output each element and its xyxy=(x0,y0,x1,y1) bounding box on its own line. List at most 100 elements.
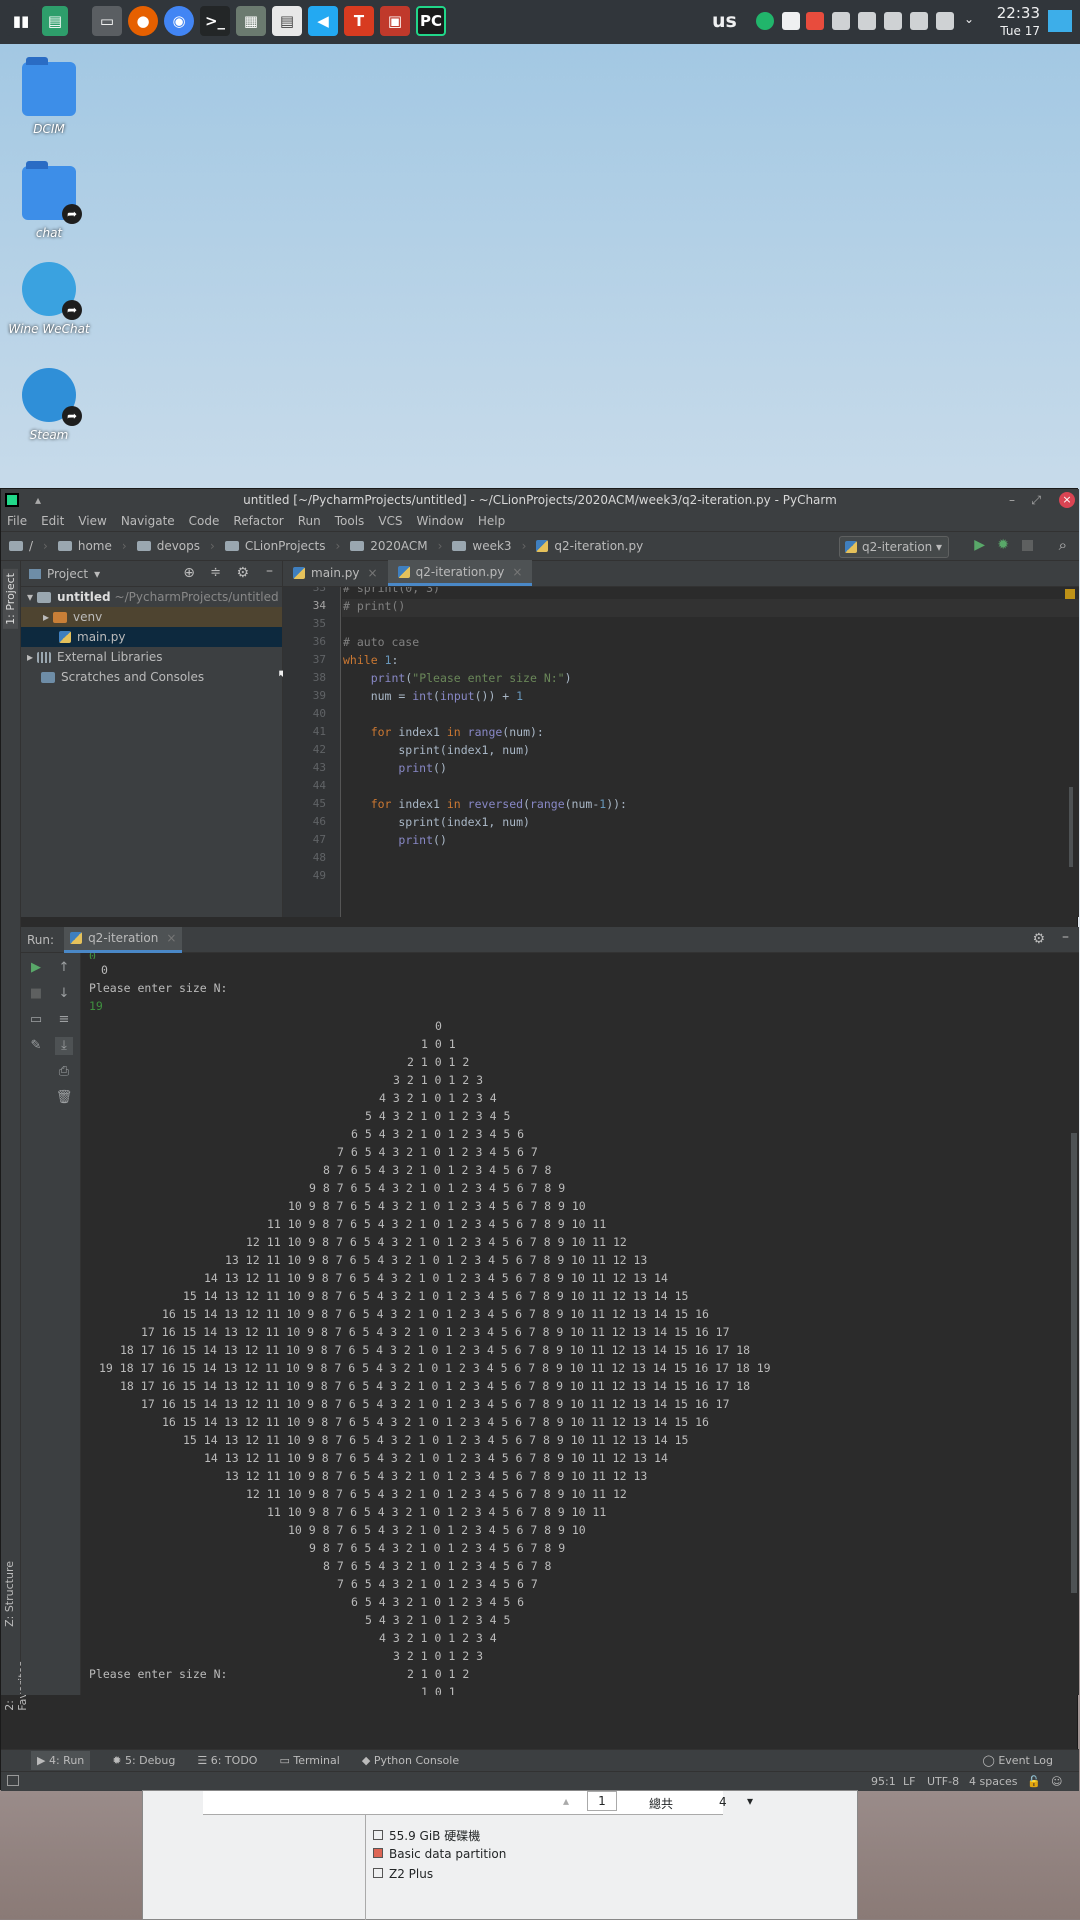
network-icon[interactable] xyxy=(910,12,928,30)
menu-file[interactable]: File xyxy=(7,514,27,528)
pycharm-task-icon[interactable]: PC xyxy=(416,6,446,36)
status-indent[interactable]: 4 spaces xyxy=(969,1775,1018,1788)
menu-edit[interactable]: Edit xyxy=(41,514,64,528)
menu-navigate[interactable]: Navigate xyxy=(121,514,175,528)
minimize-icon[interactable]: – xyxy=(1009,489,1015,511)
terminal-icon[interactable]: >_ xyxy=(200,6,230,36)
tree-item-main-py[interactable]: main.py xyxy=(21,627,282,647)
rerun-icon[interactable]: ▶ xyxy=(27,959,45,977)
run-icon[interactable]: ▶ xyxy=(974,537,985,553)
breadcrumb-week3[interactable]: week3 xyxy=(452,539,512,553)
tree-item-untitled[interactable]: ▾ untitled ~/PycharmProjects/untitled xyxy=(21,587,282,607)
battery-icon[interactable] xyxy=(936,12,954,30)
tab-terminal[interactable]: ▭ Terminal xyxy=(279,1754,339,1767)
clipboard-tray-icon[interactable] xyxy=(858,12,876,30)
tab-main-py[interactable]: main.py × xyxy=(283,560,388,586)
close-tab-icon[interactable]: × xyxy=(512,559,522,585)
menu-vcs[interactable]: VCS xyxy=(378,514,402,528)
gear-icon[interactable]: ⚙ xyxy=(236,565,249,581)
pin-icon[interactable]: ✎ xyxy=(27,1037,45,1055)
calculator-icon[interactable]: ▦ xyxy=(236,6,266,36)
gear-icon[interactable]: ⚙ xyxy=(1032,931,1045,947)
breadcrumb-home[interactable]: home xyxy=(57,539,112,553)
desktop-icon-chat[interactable]: ➦ chat xyxy=(8,161,90,240)
warning-icon[interactable] xyxy=(1065,589,1075,599)
menu-window[interactable]: Window xyxy=(417,514,464,528)
app-launcher-icon[interactable]: ▮▮ xyxy=(6,6,36,36)
run-config-select[interactable]: q2-iteration ▾ xyxy=(839,536,949,558)
locate-icon[interactable]: ⊕ xyxy=(183,565,195,581)
page-input[interactable]: 1 xyxy=(587,1791,617,1811)
pin-icon[interactable]: ▴ xyxy=(35,489,41,511)
tab-q2-iteration-py[interactable]: q2-iteration.py × xyxy=(387,559,533,586)
breadcrumb-clionprojects[interactable]: CLionProjects xyxy=(224,539,325,553)
menu-run[interactable]: Run xyxy=(298,514,321,528)
maximize-icon[interactable]: ⤢ xyxy=(1031,489,1041,511)
run-console[interactable]: 0 0 Please enter size N: 19 01 0 12 1 0 … xyxy=(81,953,1079,1695)
list-item[interactable]: Z2 Plus xyxy=(373,1867,433,1881)
event-log-button[interactable]: ◯ Event Log xyxy=(983,1754,1053,1767)
console-scrollbar[interactable] xyxy=(1071,1133,1077,1593)
tab-project[interactable]: 1: Project xyxy=(3,569,18,629)
clock[interactable]: 22:33 Tue 17 xyxy=(970,4,1040,40)
file-manager-icon[interactable]: ▭ xyxy=(92,6,122,36)
close-tab-icon[interactable]: × xyxy=(368,560,378,586)
text-editor-icon[interactable]: T xyxy=(344,6,374,36)
project-view-selector[interactable]: Project xyxy=(47,567,88,581)
media-tray-icon[interactable] xyxy=(782,12,800,30)
close-tab-icon[interactable]: × xyxy=(166,931,176,945)
run-tab[interactable]: q2-iteration × xyxy=(64,926,183,953)
chromium-icon[interactable]: ◉ xyxy=(164,6,194,36)
list-item[interactable]: 55.9 GiB 硬碟機 xyxy=(373,1827,480,1844)
breadcrumb-devops[interactable]: devops xyxy=(136,539,200,553)
menu-help[interactable]: Help xyxy=(478,514,505,528)
tab-todo[interactable]: ☰ 6: TODO xyxy=(197,1754,257,1767)
vscode-icon[interactable]: ◀ xyxy=(308,6,338,36)
desktop-icon-dcim[interactable]: DCIM xyxy=(8,57,90,136)
volume-icon[interactable] xyxy=(884,12,902,30)
hide-icon[interactable]: – xyxy=(266,563,273,579)
hide-icon[interactable]: – xyxy=(1062,929,1069,945)
print-icon[interactable]: ⎙ xyxy=(55,1063,73,1081)
tool-window-icon[interactable] xyxy=(7,1775,19,1786)
menu-view[interactable]: View xyxy=(78,514,106,528)
tab-python-console[interactable]: ◆ Python Console xyxy=(362,1754,459,1767)
breadcrumb-root[interactable]: / xyxy=(9,539,33,553)
debug-icon[interactable]: ✹ xyxy=(997,537,1009,553)
chevron-up-icon[interactable]: ▴ xyxy=(563,1794,569,1808)
search-icon[interactable]: ⌕ xyxy=(1059,536,1067,554)
desktop-icon-wine-wechat[interactable]: ➦ Wine WeChat xyxy=(8,262,90,336)
tree-item-external-libraries[interactable]: ▸ External Libraries xyxy=(21,647,282,667)
book-tray-icon[interactable] xyxy=(832,12,850,30)
tree-item-venv[interactable]: ▸ venv xyxy=(21,607,282,627)
list-item[interactable]: Basic data partition xyxy=(373,1847,506,1861)
desktop-icon-steam[interactable]: ➦ Steam xyxy=(8,368,90,442)
tab-debug[interactable]: ✹ 5: Debug xyxy=(112,1754,175,1767)
down-arrow-icon[interactable]: ↓ xyxy=(55,985,73,1003)
menu-tools[interactable]: Tools xyxy=(335,514,365,528)
stop-icon[interactable]: ■ xyxy=(27,985,45,1003)
chevron-down-icon[interactable]: ▾ xyxy=(747,1794,753,1808)
lock-icon[interactable]: 🔓 xyxy=(1027,1775,1041,1788)
code-editor[interactable]: 33 34 35 36 37 38 39 40 41 42 43 44 45 4… xyxy=(283,587,1079,917)
window-titlebar[interactable]: ▴ untitled [~/PycharmProjects/untitled] … xyxy=(1,489,1079,511)
status-encoding[interactable]: UTF-8 xyxy=(927,1775,959,1788)
layout-icon[interactable]: ▭ xyxy=(27,1011,45,1029)
tab-structure[interactable]: Z: Structure xyxy=(3,1561,16,1627)
up-arrow-icon[interactable]: ↑ xyxy=(55,959,73,977)
toolbox-icon[interactable]: ▣ xyxy=(380,6,410,36)
firefox-icon[interactable]: ● xyxy=(128,6,158,36)
soft-wrap-icon[interactable]: ≡ xyxy=(55,1011,73,1029)
collapse-all-icon[interactable]: ≑ xyxy=(210,565,221,580)
breadcrumb-file[interactable]: q2-iteration.py xyxy=(536,539,643,553)
menu-refactor[interactable]: Refactor xyxy=(233,514,283,528)
tab-run[interactable]: ▶ 4: Run xyxy=(31,1751,91,1770)
editor-scrollbar[interactable] xyxy=(1069,787,1073,867)
keyboard-layout-indicator[interactable]: us xyxy=(712,10,737,32)
stop-icon[interactable] xyxy=(1022,540,1033,551)
breadcrumb-2020acm[interactable]: 2020ACM xyxy=(350,539,428,553)
tree-item-scratches[interactable]: Scratches and Consoles xyxy=(21,667,282,687)
trash-icon[interactable]: 🗑 xyxy=(55,1089,73,1107)
document-icon[interactable]: ▤ xyxy=(272,6,302,36)
menu-code[interactable]: Code xyxy=(189,514,220,528)
